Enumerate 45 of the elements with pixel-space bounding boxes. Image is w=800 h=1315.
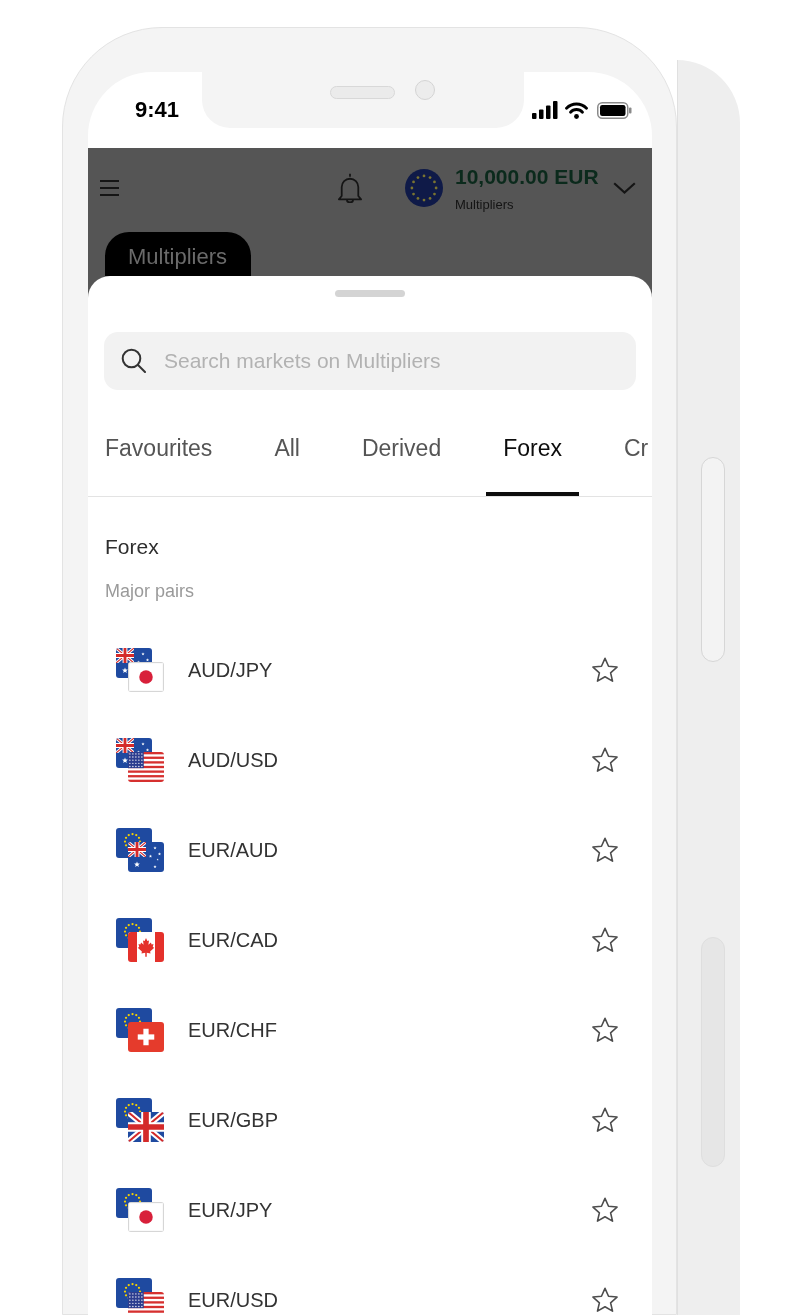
market-name[interactable]: EUR/AUD	[188, 838, 278, 862]
speaker-grille	[330, 86, 395, 99]
market-name[interactable]: EUR/JPY	[188, 1198, 273, 1222]
menu-icon[interactable]	[100, 180, 119, 196]
australia-flag-icon	[128, 842, 164, 872]
star-icon[interactable]	[592, 1287, 618, 1313]
tab[interactable]: Favourites	[88, 420, 230, 496]
eu-flag-icon	[405, 169, 443, 207]
star-icon[interactable]	[592, 657, 618, 683]
canada-flag-icon	[128, 932, 164, 962]
japan-flag-icon	[128, 662, 164, 692]
tab[interactable]: Derived	[344, 420, 459, 496]
account-balance: 10,000.00 EUR	[455, 163, 599, 189]
status-time: 9:41	[135, 97, 180, 123]
star-icon[interactable]	[592, 747, 618, 773]
signal-icon	[532, 101, 558, 119]
account-type-label: Multipliers	[455, 196, 514, 213]
search-icon	[121, 348, 146, 373]
wifi-icon	[565, 101, 588, 119]
market-name[interactable]: EUR/GBP	[188, 1108, 279, 1132]
section-title: Forex	[105, 534, 159, 559]
star-icon[interactable]	[592, 1197, 618, 1223]
market-name[interactable]: EUR/USD	[188, 1288, 278, 1312]
front-camera	[415, 80, 435, 100]
chevron-down-icon[interactable]	[613, 182, 636, 194]
japan-flag-icon	[128, 1202, 164, 1232]
switzerland-flag-icon	[128, 1022, 164, 1052]
section-subtitle: Major pairs	[105, 580, 195, 602]
market-name[interactable]: AUD/USD	[188, 748, 278, 772]
battery-icon	[597, 101, 632, 119]
tab[interactable]: Cr	[607, 420, 649, 496]
tab[interactable]: All	[257, 420, 317, 496]
usa-flag-icon	[128, 752, 164, 782]
category-chip[interactable]: Multipliers	[105, 232, 252, 276]
uk-flag-icon	[128, 1112, 164, 1142]
market-name[interactable]: EUR/CAD	[188, 928, 278, 952]
star-icon[interactable]	[592, 927, 618, 953]
star-icon[interactable]	[592, 1107, 618, 1133]
market-name[interactable]: AUD/JPY	[188, 658, 273, 682]
star-icon[interactable]	[592, 1017, 618, 1043]
market-name[interactable]: EUR/CHF	[188, 1018, 277, 1042]
search-field[interactable]: Search markets on Multipliers	[104, 332, 636, 390]
bell-icon[interactable]	[337, 173, 363, 203]
drag-handle[interactable]	[335, 290, 405, 297]
star-icon[interactable]	[592, 837, 618, 863]
